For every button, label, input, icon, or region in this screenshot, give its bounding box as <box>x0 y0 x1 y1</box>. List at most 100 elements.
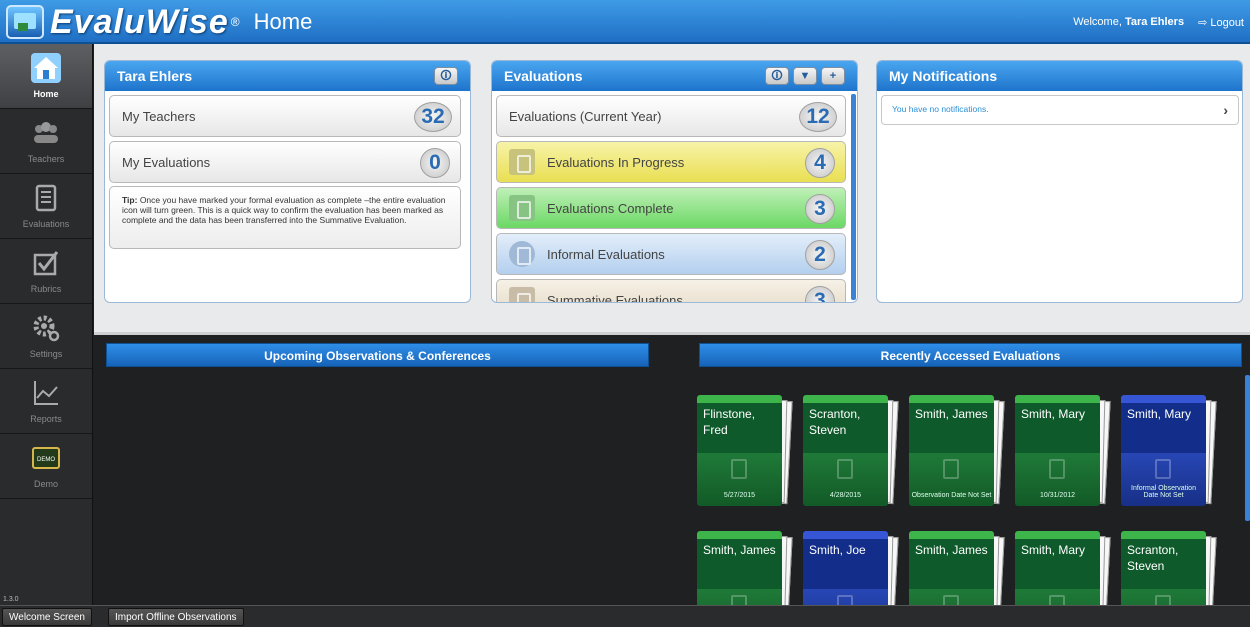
evaluations-panel-header: Evaluations 🛈 ▼ + <box>492 61 857 91</box>
sidebar-item-label: Reports <box>30 414 62 424</box>
add-evaluation-button[interactable]: + <box>821 67 845 85</box>
sidebar-item-home[interactable]: Home <box>0 44 92 109</box>
evaluwise-logo[interactable]: EvaluWise ® Home <box>6 3 312 41</box>
evaluations-panel-title: Evaluations <box>504 68 583 84</box>
sidebar-item-evaluations[interactable]: Evaluations <box>0 174 92 239</box>
row-label: My Teachers <box>122 108 196 124</box>
row-label: Summative Evaluations <box>547 292 683 303</box>
notifications-panel-header: My Notifications <box>877 61 1242 91</box>
recently-accessed-header: Recently Accessed Evaluations <box>699 343 1242 367</box>
count-badge: 12 <box>799 102 837 132</box>
info-icon: 🛈 <box>440 70 452 82</box>
card-lower: Informal Observation Date Not Set <box>1121 453 1206 506</box>
bottom-section: Upcoming Observations & Conferences Rece… <box>94 332 1250 627</box>
notification-message: You have no notifications. <box>892 104 989 114</box>
card-teacher-name: Smith, Mary <box>1015 539 1100 589</box>
card-teacher-name: Flinstone, Fred <box>697 403 782 453</box>
rubrics-icon <box>33 251 59 276</box>
row-label: Evaluations (Current Year) <box>509 108 662 124</box>
sidebar-item-label: Settings <box>29 349 63 359</box>
card-teacher-name: Smith, Mary <box>1015 403 1100 453</box>
notebook-icon <box>943 459 959 479</box>
app-version: 1.3.0 <box>3 596 19 603</box>
plus-icon: + <box>829 70 837 82</box>
evaluation-card[interactable]: Scranton, Steven 4/28/2015 <box>803 395 899 506</box>
sidebar-item-demo[interactable]: DEMO Demo <box>0 434 92 499</box>
card-tab <box>909 395 994 403</box>
header-user-area: Welcome, Tara Ehlers ⇨ Logout <box>1073 16 1244 29</box>
welcome-prefix: Welcome, <box>1073 16 1122 28</box>
logo-icon <box>6 5 44 39</box>
info-icon: 🛈 <box>771 70 783 82</box>
evaluation-card[interactable]: Smith, Mary 10/31/2012 <box>1015 395 1111 506</box>
evaluations-in-progress-row[interactable]: Evaluations In Progress 4 <box>496 141 846 183</box>
filter-icon: ▼ <box>799 70 811 82</box>
evaluations-current-year-row[interactable]: Evaluations (Current Year) 12 <box>496 95 846 137</box>
evaluation-card[interactable]: Smith, James Observation Date Not Set <box>909 395 1005 506</box>
count-badge: 4 <box>805 148 835 178</box>
card-tab <box>1015 395 1100 403</box>
demo-icon: DEMO <box>32 447 60 469</box>
footer-bar: Welcome Screen Import Offline Observatio… <box>0 605 1250 627</box>
sidebar-item-label: Home <box>33 89 59 99</box>
info-button[interactable]: 🛈 <box>434 67 458 85</box>
logout-label: Logout <box>1210 17 1244 29</box>
evaluations-icon <box>35 184 57 212</box>
card-tab <box>1015 531 1100 539</box>
count-badge: 3 <box>805 286 835 302</box>
sidebar-item-settings[interactable]: Settings <box>0 304 92 369</box>
notifications-panel-title: My Notifications <box>889 68 998 84</box>
filter-button[interactable]: ▼ <box>793 67 817 85</box>
count-badge: 32 <box>414 102 452 132</box>
notification-item[interactable]: You have no notifications. › <box>881 95 1239 125</box>
dashboard-panels: Tara Ehlers 🛈 My Teachers 32 My Evaluati… <box>94 44 1250 332</box>
summative-evaluations-row[interactable]: Summative Evaluations 3 <box>496 279 846 303</box>
row-label: My Evaluations <box>122 154 211 170</box>
card-front: Flinstone, Fred 5/27/2015 <box>697 395 782 506</box>
card-date: 10/31/2012 <box>1039 492 1076 500</box>
card-date: Informal Observation Date Not Set <box>1131 484 1196 500</box>
evaluations-scrollbar[interactable] <box>851 94 856 300</box>
evaluations-complete-row[interactable]: Evaluations Complete 3 <box>496 187 846 229</box>
card-teacher-name: Smith, James <box>909 403 994 453</box>
notebook-icon <box>1155 459 1171 479</box>
card-teacher-name: Scranton, Steven <box>803 403 888 453</box>
card-tab <box>697 395 782 403</box>
card-date: Observation Date Not Set <box>911 492 992 500</box>
eye-icon <box>509 241 535 267</box>
chevron-right-icon: › <box>1223 102 1228 118</box>
app-header: EvaluWise ® Home Welcome, Tara Ehlers ⇨ … <box>0 0 1250 44</box>
card-front: Scranton, Steven 4/28/2015 <box>803 395 888 506</box>
sidebar-item-teachers[interactable]: Teachers <box>0 109 92 174</box>
sidebar-item-rubrics[interactable]: Rubrics <box>0 239 92 304</box>
profile-panel-title: Tara Ehlers <box>117 68 193 84</box>
evaluation-card[interactable]: Smith, Mary Informal Observation Date Not… <box>1121 395 1217 506</box>
count-badge: 0 <box>420 148 450 178</box>
card-front: Smith, James Observation Date Not Set <box>909 395 994 506</box>
sidebar-item-label: Teachers <box>27 154 65 164</box>
evaluation-card[interactable]: Flinstone, Fred 5/27/2015 <box>697 395 793 506</box>
notebook-icon <box>509 195 535 221</box>
info-button[interactable]: 🛈 <box>765 67 789 85</box>
card-teacher-name: Smith, Mary <box>1121 403 1206 453</box>
row-label: Evaluations Complete <box>547 200 674 216</box>
reports-icon <box>34 381 58 405</box>
card-front: Smith, Mary 10/31/2012 <box>1015 395 1100 506</box>
user-name: Tara Ehlers <box>1124 16 1185 28</box>
my-evaluations-row[interactable]: My Evaluations 0 <box>109 141 461 183</box>
tip-box: Tip: Once you have marked your formal ev… <box>109 186 461 249</box>
card-lower: Observation Date Not Set <box>909 453 994 506</box>
recent-scrollbar[interactable] <box>1245 375 1250 521</box>
logout-button[interactable]: ⇨ Logout <box>1198 16 1244 29</box>
card-tab <box>1121 531 1206 539</box>
my-teachers-row[interactable]: My Teachers 32 <box>109 95 461 137</box>
welcome-screen-button[interactable]: Welcome Screen <box>2 608 92 626</box>
evaluations-panel: Evaluations 🛈 ▼ + Evaluations (Current Y… <box>491 60 858 303</box>
import-offline-observations-button[interactable]: Import Offline Observations <box>108 608 244 626</box>
sidebar-item-reports[interactable]: Reports <box>0 369 92 434</box>
card-tab <box>909 531 994 539</box>
informal-evaluations-row[interactable]: Informal Evaluations 2 <box>496 233 846 275</box>
card-teacher-name: Scranton, Steven <box>1121 539 1206 589</box>
row-label: Informal Evaluations <box>547 246 665 262</box>
card-teacher-name: Smith, Joe <box>803 539 888 589</box>
